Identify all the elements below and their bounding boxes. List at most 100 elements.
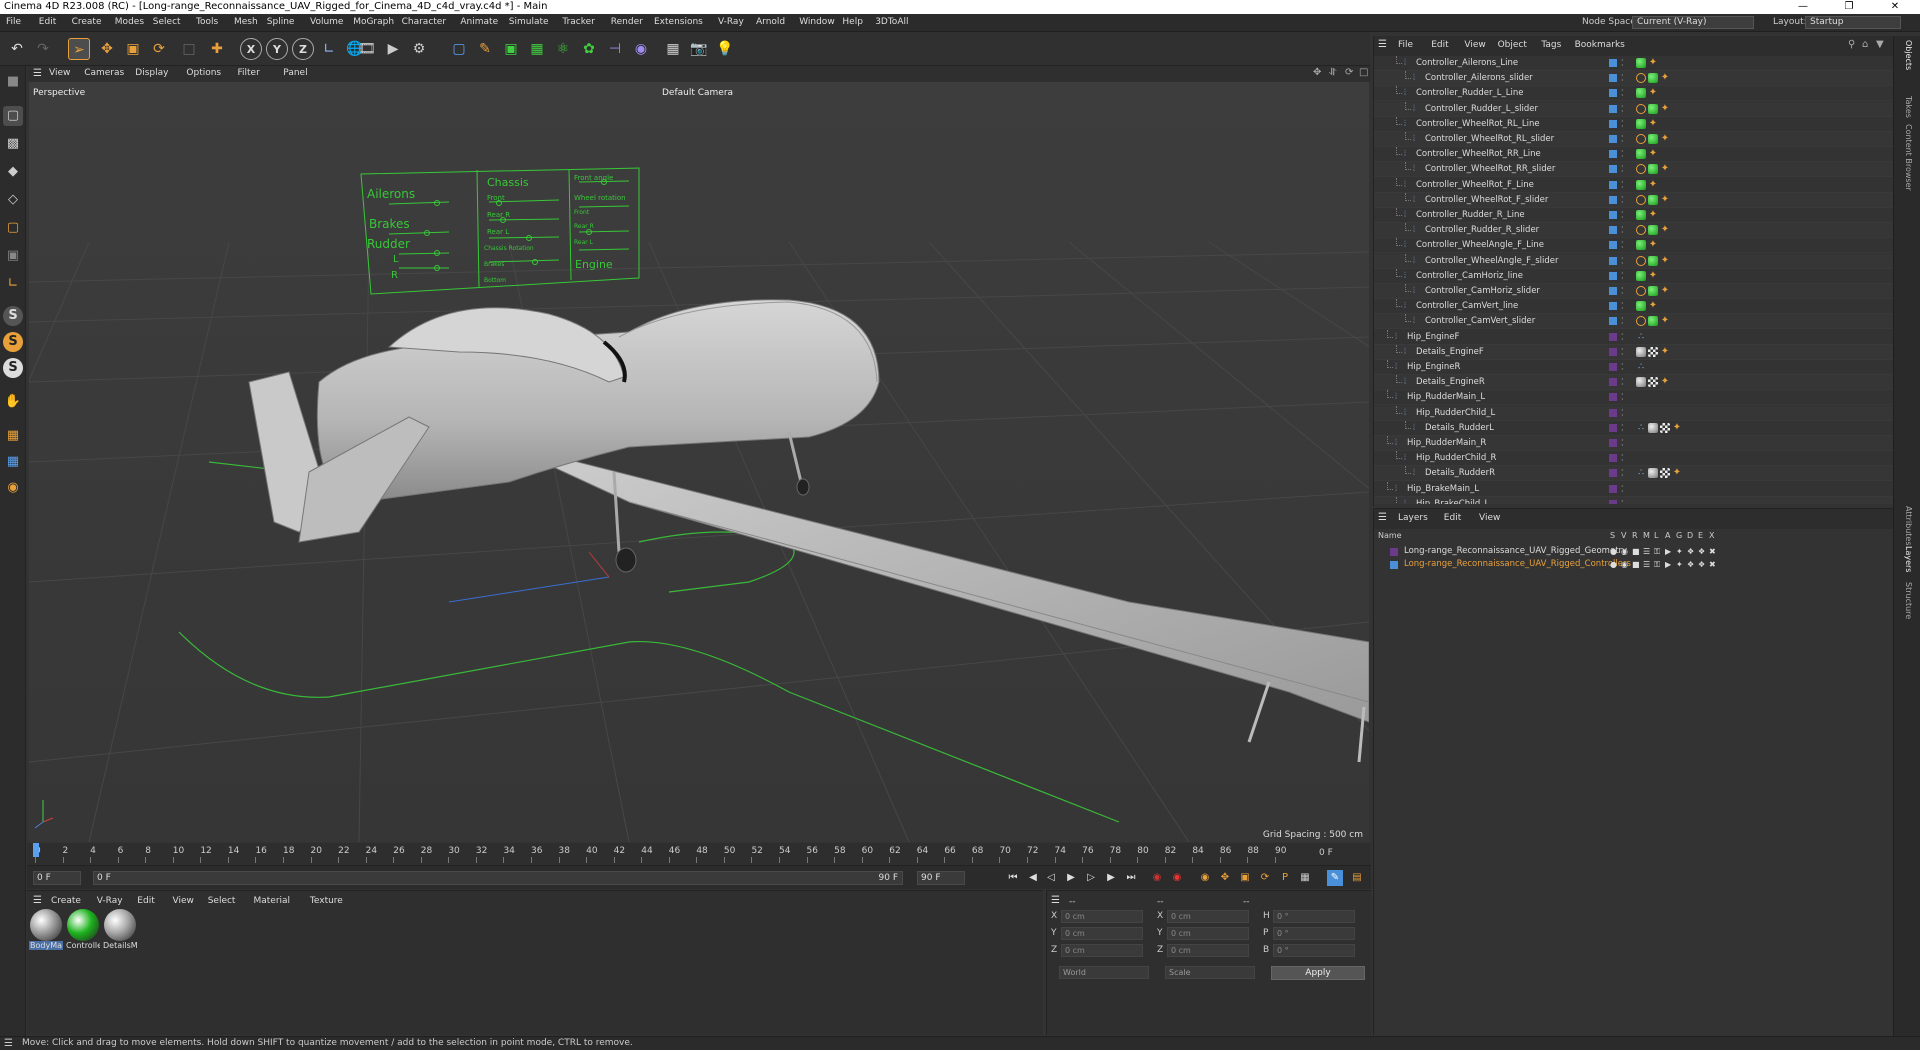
menu-simulate[interactable]: Simulate	[509, 17, 549, 27]
layer-toggle-icon[interactable]: ✦	[1676, 558, 1683, 571]
menu-arnold[interactable]: Arnold	[756, 17, 785, 27]
goto-end-icon[interactable]: ⏭	[1123, 870, 1139, 886]
menu-3dtoall[interactable]: 3DToAll	[875, 17, 908, 27]
object-row[interactable]: ⦙ Controller_Ailerons_Line · · ✦	[1374, 56, 1894, 71]
record-icon[interactable]: ◉	[1149, 870, 1165, 886]
tweak-mode-icon[interactable]: ✋	[3, 392, 23, 412]
mograph-icon[interactable]: ✿	[578, 38, 600, 60]
layers-hamburger-icon[interactable]: ☰	[1378, 512, 1387, 523]
grid-icon[interactable]: ▦	[3, 452, 23, 472]
texture-mode-icon[interactable]: ▩	[3, 134, 23, 154]
object-row[interactable]: ⦙ Controller_WheelRot_RL_slider · · ✦	[1374, 132, 1894, 147]
layer-menu-layers[interactable]: Layers	[1398, 513, 1428, 523]
layer-color-icon[interactable]	[1609, 454, 1617, 463]
polygons-mode-icon[interactable]: ▢	[3, 218, 23, 238]
grey-tag-icon[interactable]	[1636, 377, 1646, 388]
object-row[interactable]: ⦙ Hip_EngineF · · ∴	[1374, 329, 1894, 345]
x-axis-icon[interactable]: X	[240, 38, 262, 60]
menu-file[interactable]: File	[6, 17, 21, 27]
floor-icon[interactable]: ▦	[662, 38, 684, 60]
no-tag-icon[interactable]	[1636, 103, 1646, 114]
menu-v-ray[interactable]: V-Ray	[718, 17, 744, 27]
orange-tag-icon[interactable]: ✦	[1660, 103, 1670, 114]
object-row[interactable]: ⦙ Hip_RudderMain_L · ·	[1374, 390, 1894, 406]
layer-color-icon[interactable]	[1609, 287, 1617, 295]
object-row[interactable]: ⦙ Hip_RudderChild_L · ·	[1374, 405, 1894, 421]
object-row[interactable]: ⦙ Hip_RudderChild_R · ·	[1374, 451, 1894, 467]
dock-tab-layers[interactable]: Layers	[1901, 546, 1913, 572]
orange-tag-icon[interactable]: ✦	[1648, 240, 1658, 250]
orange-tag-icon[interactable]: ✦	[1648, 149, 1658, 159]
make-editable-icon[interactable]: ■	[3, 72, 23, 92]
object-row[interactable]: ⦙ Hip_EngineR · · ∴	[1374, 360, 1894, 375]
menu-tracker[interactable]: Tracker	[562, 17, 594, 27]
object-row[interactable]: ⦙ Details_RudderR · · ∴ ✦	[1374, 466, 1894, 482]
node-space-dropdown[interactable]: Current (V-Ray)	[1632, 16, 1754, 29]
menu-modes[interactable]: Modes	[115, 17, 144, 27]
layer-toggle-icon[interactable]: ❖	[1698, 558, 1705, 571]
camera-icon[interactable]: 📷	[688, 38, 710, 60]
menu-character[interactable]: Character	[402, 17, 446, 27]
object-row[interactable]: ⦙ Controller_Ailerons_slider · · ✦	[1374, 71, 1894, 87]
visibility-dots-icon[interactable]: · ·	[1621, 239, 1625, 252]
joint-tag-icon[interactable]: ∴	[1636, 362, 1646, 372]
layer-column-header[interactable]: Name	[1378, 531, 1402, 540]
subdivision-icon[interactable]: ▣	[500, 38, 522, 60]
checker-tag-icon[interactable]	[1660, 422, 1670, 433]
layer-color-icon[interactable]	[1609, 89, 1617, 98]
frame-range-slider[interactable]: 0 F 90 F	[93, 871, 903, 885]
visibility-dots-icon[interactable]: · ·	[1621, 148, 1625, 161]
lock-workplane-icon[interactable]: ▦	[3, 426, 23, 446]
layer-color-icon[interactable]	[1609, 211, 1617, 219]
pan-icon[interactable]: ✥	[1313, 67, 1321, 78]
orange-tag-icon[interactable]: ✦	[1648, 301, 1658, 311]
object-row[interactable]: ⦙ Controller_WheelAngle_F_slider · · ✦	[1374, 253, 1894, 269]
key-pla-icon[interactable]: ▦	[1297, 870, 1313, 886]
layer-toggle-icon[interactable]: ■	[1632, 545, 1640, 558]
grey-tag-icon[interactable]	[1636, 346, 1646, 357]
visibility-dots-icon[interactable]: · ·	[1621, 72, 1625, 85]
next-key-icon[interactable]: ▶	[1103, 870, 1119, 886]
orange-tag-icon[interactable]: ✦	[1672, 468, 1682, 478]
green-tag-icon[interactable]	[1636, 149, 1646, 160]
key-scale-icon[interactable]: ▣	[1237, 870, 1253, 886]
layer-color-icon[interactable]	[1609, 195, 1617, 204]
move-tool-icon[interactable]: ✥	[96, 38, 118, 60]
layer-color-icon[interactable]	[1609, 332, 1617, 341]
deformer-icon[interactable]: ⊣	[604, 38, 626, 60]
rotation-field[interactable]: 0 °	[1273, 910, 1355, 923]
visibility-dots-icon[interactable]: · ·	[1621, 345, 1625, 358]
menu-create[interactable]: Create	[72, 17, 102, 27]
orange-tag-icon[interactable]: ✦	[1672, 422, 1682, 433]
viewport-menu-view[interactable]: View	[49, 68, 70, 78]
play-icon[interactable]: ▶	[1063, 870, 1079, 886]
visibility-dots-icon[interactable]: · ·	[1621, 163, 1625, 176]
material-menu-v-ray[interactable]: V-Ray	[97, 896, 123, 906]
extrude-icon[interactable]: ▦	[526, 38, 548, 60]
joint-tag-icon[interactable]: ∴	[1636, 468, 1646, 478]
layer-color-icon[interactable]	[1609, 302, 1617, 311]
object-row[interactable]: ⦙ Hip_RudderMain_R · ·	[1374, 436, 1894, 451]
layer-color-icon[interactable]	[1609, 469, 1617, 478]
visibility-dots-icon[interactable]: · ·	[1621, 452, 1625, 465]
green-tag-icon[interactable]	[1636, 118, 1646, 129]
edges-mode-icon[interactable]: ◇	[3, 190, 23, 210]
material-menu-texture[interactable]: Texture	[310, 896, 343, 906]
layer-toggle-icon[interactable]: ▶	[1665, 545, 1671, 558]
object-row[interactable]: ⦙ Controller_WheelRot_RR_slider · · ✦	[1374, 162, 1894, 178]
layer-color-icon[interactable]	[1609, 150, 1617, 159]
layer-color-icon[interactable]	[1609, 484, 1617, 493]
object-row[interactable]: ⦙ Controller_CamHoriz_slider · · ✦	[1374, 284, 1894, 299]
minimize-icon[interactable]: —	[1780, 0, 1826, 14]
green-tag-icon[interactable]	[1648, 316, 1658, 327]
green-tag-icon[interactable]	[1636, 179, 1646, 190]
visibility-dots-icon[interactable]: · ·	[1621, 102, 1625, 115]
size-field[interactable]: 0 cm	[1167, 944, 1249, 957]
next-frame-icon[interactable]: ▷	[1083, 870, 1099, 886]
object-row[interactable]: ⦙ Controller_WheelAngle_F_Line · · ✦	[1374, 238, 1894, 254]
layer-toggle-icon[interactable]: ⚿	[1654, 545, 1660, 558]
visibility-dots-icon[interactable]: · ·	[1621, 133, 1625, 146]
menu-animate[interactable]: Animate	[460, 17, 498, 27]
scheme-icon[interactable]: ✎	[1327, 870, 1343, 886]
layer-color-icon[interactable]	[1609, 423, 1617, 432]
